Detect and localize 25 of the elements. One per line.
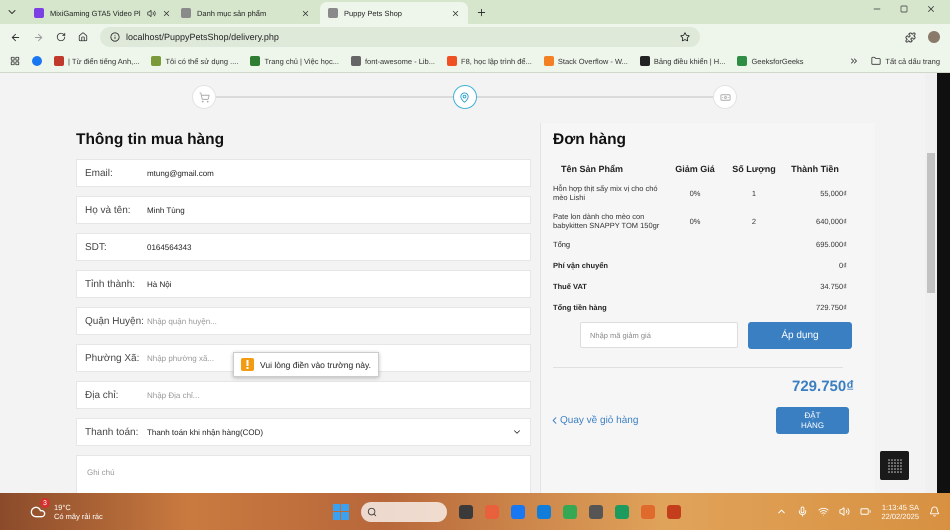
field-label: Thanh toán: (85, 426, 140, 438)
field-value: Minh Tùng (147, 206, 186, 214)
placeholder: Nhập phường xã... (147, 354, 216, 362)
tooltip-text: Vui lòng điền vào trường này. (260, 360, 371, 370)
column-header: Giảm Giá (674, 164, 716, 174)
field-label: Phường Xã: (85, 352, 140, 364)
section-title: Thông tin mua hàng (76, 131, 226, 149)
column-header: Số Lượng (731, 164, 777, 174)
column-header: Thành Tiền (790, 164, 840, 174)
field-value: Hà Nội (147, 280, 172, 288)
field-label: Quận Huyện: (85, 316, 145, 326)
field-label: Email: (85, 168, 114, 178)
order-total: 729.750₫ (792, 378, 854, 395)
placeholder: Nhập Địa chỉ... (147, 390, 200, 400)
field-label: Địa chỉ: (85, 390, 120, 400)
field-label: SDT: (85, 242, 108, 252)
field-value: Thanh toán khi nhận hàng(COD) (147, 428, 264, 436)
placeholder: Nhập quận huyện... (147, 316, 218, 326)
section-title: Đơn hàng (553, 131, 628, 149)
column-header: Tên Sản Phẩm (560, 164, 624, 174)
field-value: mtung@gmail.com (147, 168, 215, 178)
placeholder: Ghi chú (87, 468, 115, 477)
field-label: Tỉnh thành: (85, 278, 136, 290)
field-label: Họ và tên: (85, 204, 132, 216)
field-value: 0164564343 (147, 242, 192, 252)
